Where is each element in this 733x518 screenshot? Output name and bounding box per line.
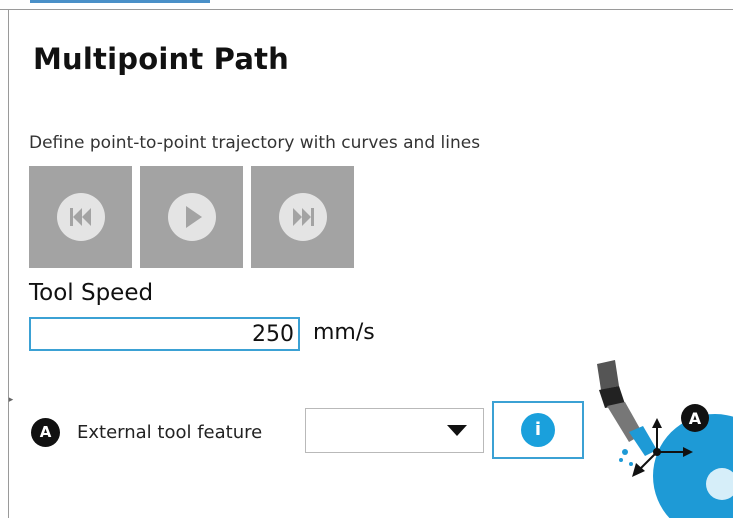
tool-speed-input[interactable] [29,317,300,351]
external-tool-feature-dropdown[interactable] [305,408,484,453]
skip-forward-button[interactable] [251,166,354,268]
tool-speed-label: Tool Speed [29,280,154,306]
skip-back-icon [56,193,105,241]
dropdown-arrow-icon [447,425,467,436]
splash-icon [619,449,633,466]
collapse-handle-icon[interactable]: ▸ [6,392,16,408]
play-button[interactable] [140,166,243,268]
tool-speed-unit: mm/s [313,320,375,345]
marker-a-badge: A [31,418,60,447]
illustration-marker-a: A [681,404,709,432]
external-tool-feature-label: External tool feature [77,422,263,443]
skip-back-button[interactable] [29,166,132,268]
tool-feature-illustration: A [597,360,733,518]
page-title: Multipoint Path [33,42,290,76]
info-button[interactable]: i [492,401,584,459]
tool-gripper-icon [597,360,657,456]
description-text: Define point-to-point trajectory with cu… [29,133,481,153]
play-icon [167,193,216,241]
info-icon: i [521,413,555,447]
left-border [8,9,9,518]
svg-text:A: A [689,409,702,428]
active-tab-indicator [30,0,210,3]
skip-forward-icon [278,193,327,241]
